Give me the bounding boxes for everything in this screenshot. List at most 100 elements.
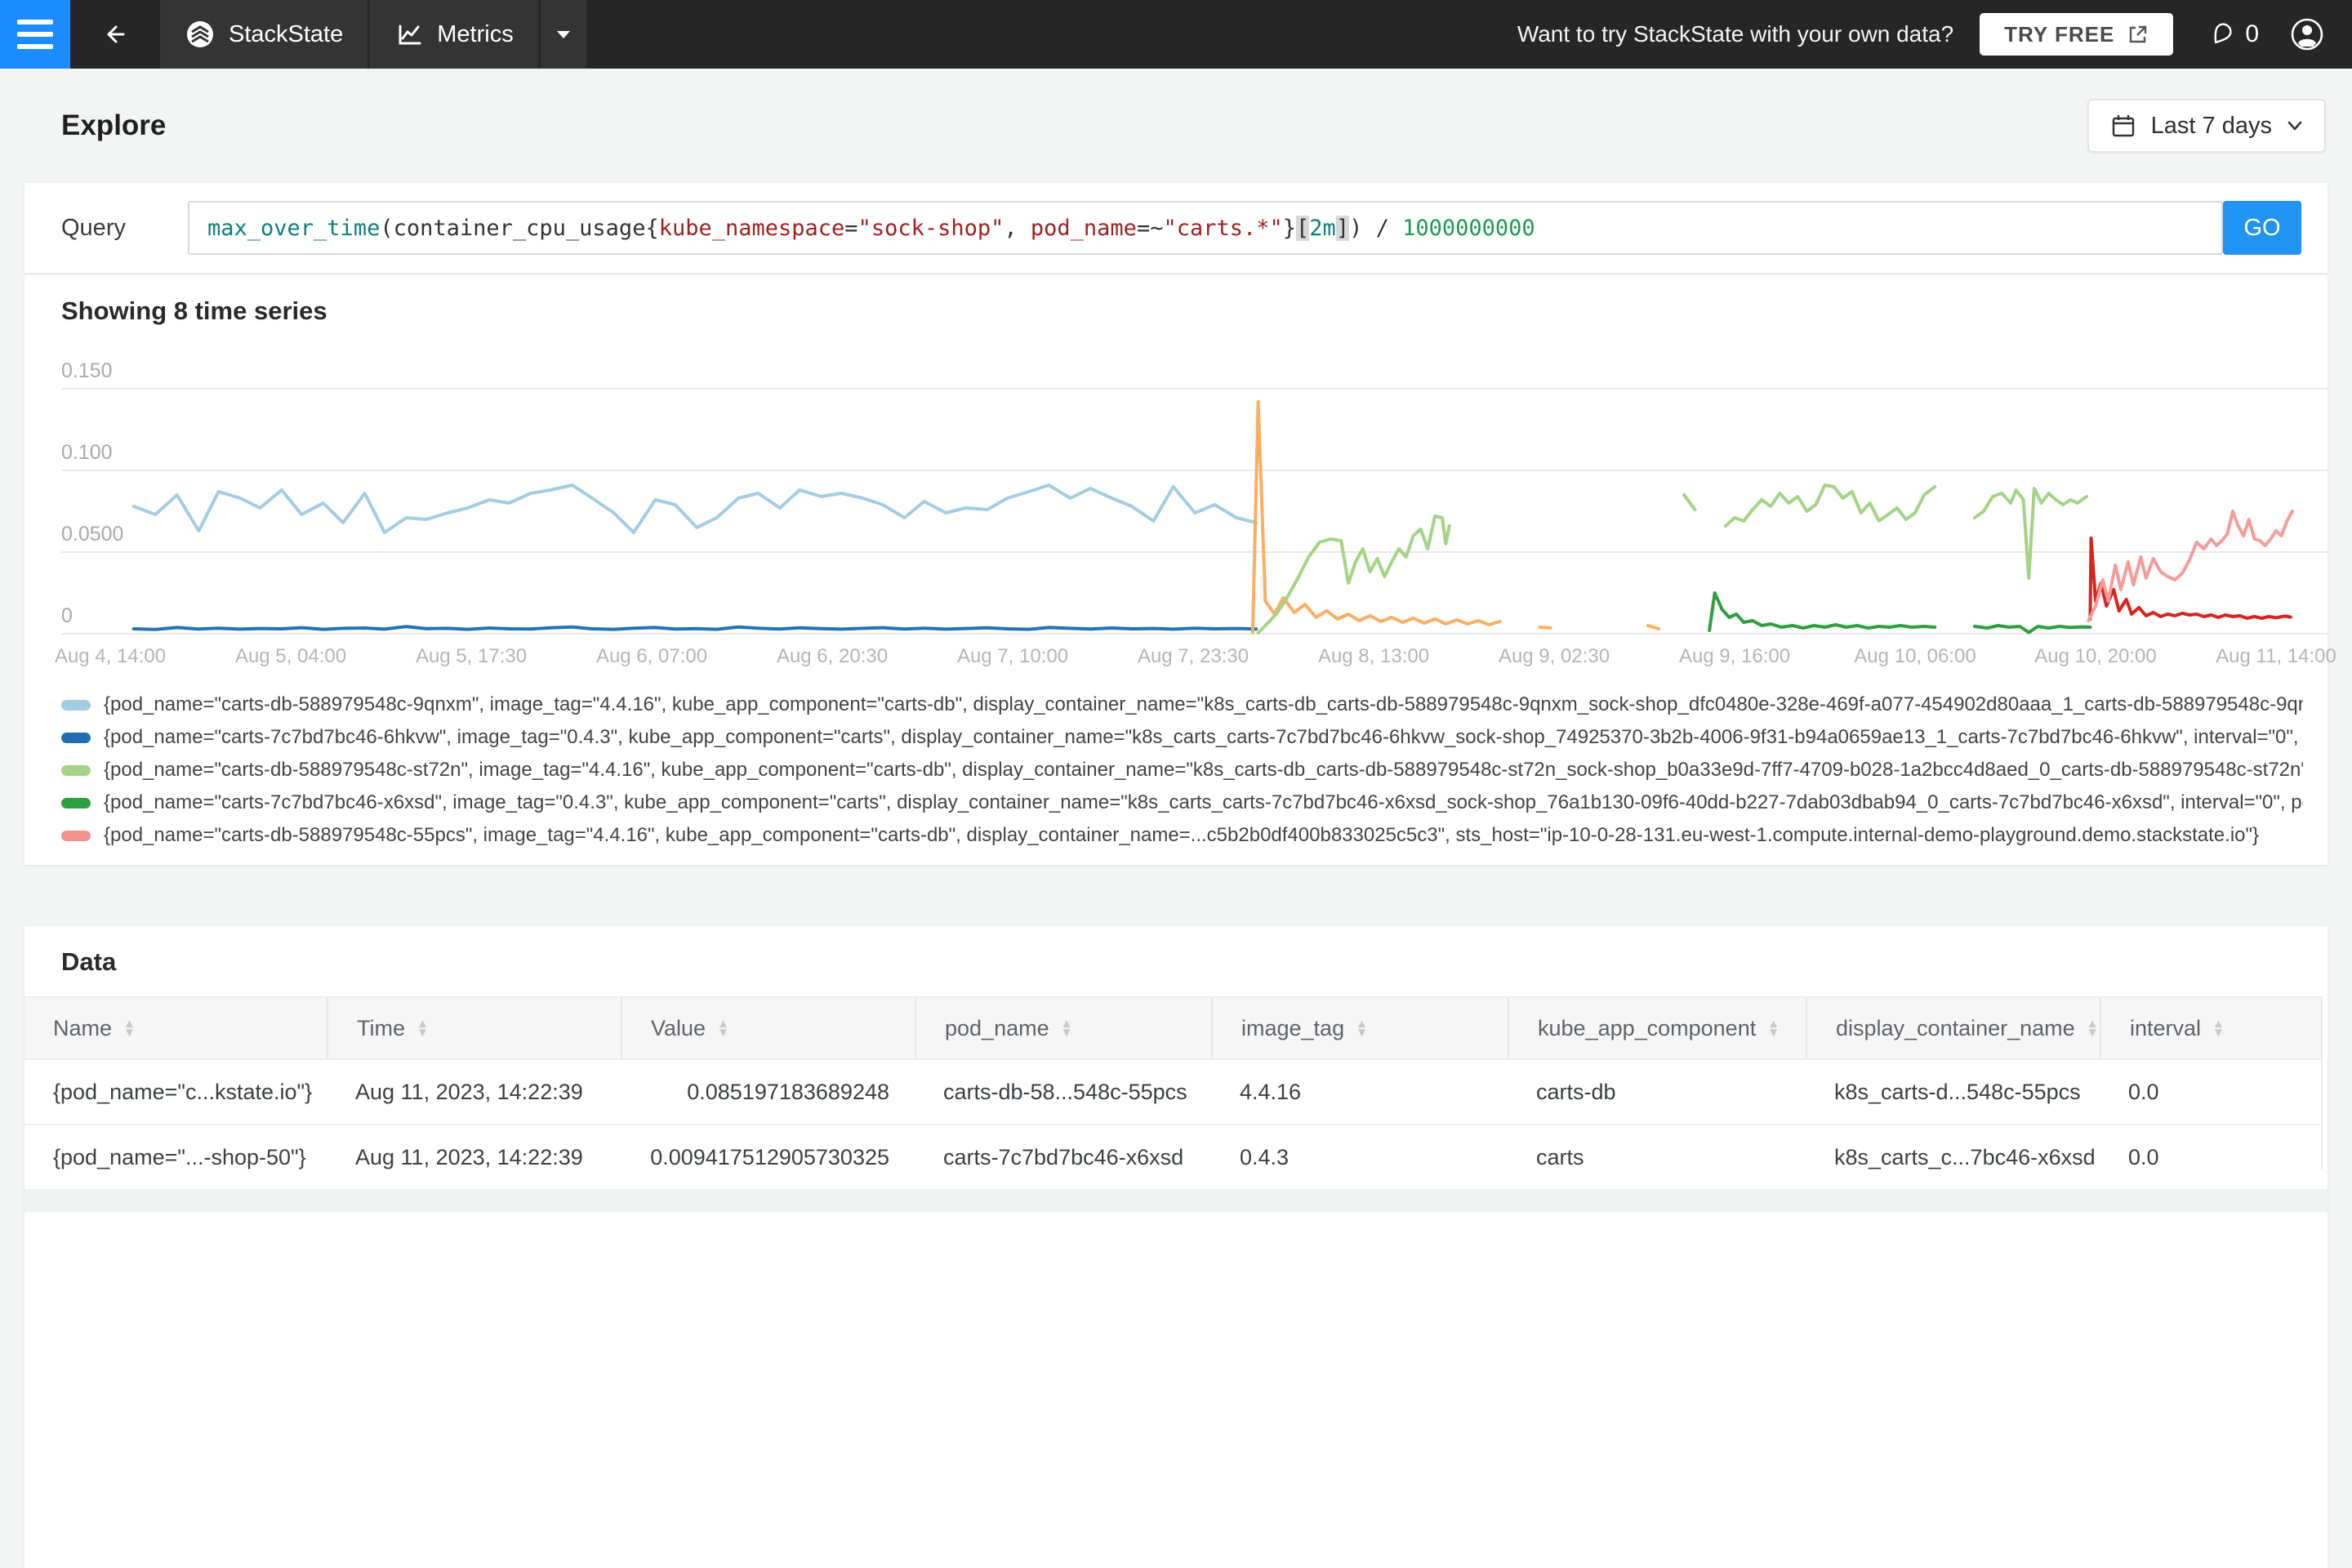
back-button[interactable] bbox=[70, 0, 160, 69]
y-tick-label: 0.100 bbox=[61, 441, 113, 464]
x-tick-label: Aug 9, 02:30 bbox=[1499, 645, 1610, 667]
x-tick-label: Aug 8, 13:00 bbox=[1318, 645, 1429, 667]
data-table: Name ▲ ▼ Time ▲ ▼ Value ▲ ▼ pod_name ▲ ▼ image_tag ▲ ▼… bbox=[24, 996, 2328, 1191]
query-token: 1000000000 bbox=[1402, 215, 1535, 241]
query-token: 2m bbox=[1309, 215, 1336, 241]
query-token: pod_name bbox=[1030, 215, 1137, 241]
table-cell: 4.4.16 bbox=[1240, 1079, 1302, 1104]
legend-swatch bbox=[61, 699, 91, 710]
column-header-interval[interactable]: interval ▲ ▼ bbox=[2100, 998, 2303, 1058]
legend-label: {pod_name="carts-7c7bd7bc46-6hkvw", imag… bbox=[104, 726, 2303, 748]
chart-title: Showing 8 time series bbox=[61, 296, 327, 325]
promo-text: Want to try StackState with your own dat… bbox=[1517, 21, 1954, 47]
external-link-icon bbox=[2130, 25, 2147, 43]
y-tick-label: 0 bbox=[61, 604, 73, 627]
series-line bbox=[1723, 483, 1937, 528]
query-input[interactable]: max_over_time(container_cpu_usage{kube_n… bbox=[188, 201, 2223, 255]
sort-icon: ▲ ▼ bbox=[416, 1017, 429, 1040]
table-cell: Aug 11, 2023, 14:22:39 bbox=[355, 1079, 583, 1104]
column-header-label: kube_app_component bbox=[1538, 1015, 1757, 1040]
x-tick-label: Aug 4, 14:00 bbox=[55, 645, 166, 667]
time-range-selector[interactable]: Last 7 days bbox=[2087, 99, 2326, 153]
x-tick-label: Aug 5, 04:00 bbox=[235, 645, 346, 667]
stackstate-logo-icon bbox=[187, 21, 213, 47]
column-header-label: pod_name bbox=[945, 1015, 1049, 1040]
column-header-label: interval bbox=[2130, 1015, 2202, 1040]
x-tick-label: Aug 10, 20:00 bbox=[2034, 645, 2156, 667]
tab-stackstate[interactable]: StackState bbox=[160, 0, 368, 69]
legend-label: {pod_name="carts-db-588979548c-9qnxm", i… bbox=[104, 693, 2303, 715]
legend-swatch bbox=[61, 732, 91, 743]
series-line bbox=[1682, 493, 1697, 511]
column-header-label: display_container_name bbox=[1836, 1015, 2075, 1040]
legend-item[interactable]: {pod_name="carts-db-588979548c-55pcs", i… bbox=[61, 819, 2303, 852]
topbar: StackState Metrics Want to try StackStat… bbox=[0, 0, 2352, 69]
calendar-icon bbox=[2112, 115, 2134, 137]
column-header-label: Name bbox=[53, 1015, 113, 1040]
chevron-down-icon bbox=[556, 30, 570, 38]
query-token: , bbox=[1004, 215, 1031, 241]
column-header-label: Time bbox=[357, 1015, 405, 1040]
series-line bbox=[1256, 514, 1451, 635]
legend-swatch bbox=[61, 797, 91, 808]
x-tick-label: Aug 6, 20:30 bbox=[777, 645, 888, 667]
column-header-display-container-name[interactable]: display_container_name ▲ ▼ bbox=[1806, 998, 2100, 1058]
series-line bbox=[1708, 591, 1937, 632]
sort-icon: ▲ ▼ bbox=[1060, 1017, 1073, 1040]
query-token: [ bbox=[1296, 215, 1310, 241]
legend-item[interactable]: {pod_name="carts-db-588979548c-st72n", i… bbox=[61, 754, 2303, 786]
x-tick-label: Aug 6, 07:00 bbox=[596, 645, 707, 667]
try-free-label: TRY FREE bbox=[2004, 21, 2115, 47]
tab-metrics[interactable]: Metrics bbox=[370, 0, 538, 69]
x-tick-label: Aug 10, 06:00 bbox=[1854, 645, 1976, 667]
sort-icon: ▲ ▼ bbox=[1767, 1017, 1780, 1040]
chevron-down-icon bbox=[2287, 121, 2302, 131]
tab-stackstate-label: StackState bbox=[229, 20, 344, 47]
table-right-gutter bbox=[2321, 996, 2328, 1169]
avatar-button[interactable] bbox=[2290, 17, 2324, 51]
table-cell: 0.085197183689248 bbox=[687, 1079, 889, 1104]
legend-item[interactable]: {pod_name="carts-7c7bd7bc46-x6xsd", imag… bbox=[61, 786, 2303, 819]
x-tick-label: Aug 7, 23:30 bbox=[1138, 645, 1249, 667]
data-panel: Data Name ▲ ▼ Time ▲ ▼ Value ▲ ▼ pod_name ▲ ▼ image_… bbox=[24, 926, 2328, 1568]
y-tick-label: 0.150 bbox=[61, 359, 113, 382]
query-token: max_over_time bbox=[207, 215, 381, 241]
query-token: ] bbox=[1335, 215, 1350, 241]
series-line bbox=[131, 483, 1258, 534]
legend-item[interactable]: {pod_name="carts-db-588979548c-9qnxm", i… bbox=[61, 688, 2303, 721]
pin-icon bbox=[2214, 23, 2232, 44]
table-cell: 0.009417512905730325 bbox=[650, 1144, 889, 1169]
table-row[interactable]: {pod_name="c...kstate.io"} Aug 11, 2023, … bbox=[24, 1060, 2328, 1125]
hamburger-menu-button[interactable] bbox=[0, 0, 70, 69]
table-cell: {pod_name="c...kstate.io"} bbox=[53, 1079, 313, 1104]
y-tick-label: 0.0500 bbox=[61, 523, 123, 546]
column-header-pod-name[interactable]: pod_name ▲ ▼ bbox=[915, 998, 1211, 1058]
table-header-row: Name ▲ ▼ Time ▲ ▼ Value ▲ ▼ pod_name ▲ ▼ image_tag ▲ ▼… bbox=[24, 996, 2328, 1060]
try-free-button[interactable]: TRY FREE bbox=[1980, 13, 2174, 56]
legend-item[interactable]: {pod_name="carts-7c7bd7bc46-6hkvw", imag… bbox=[61, 721, 2303, 754]
line-chart-icon bbox=[399, 24, 421, 45]
series-line bbox=[1972, 624, 2092, 635]
series-line bbox=[2088, 537, 2292, 621]
column-header-kube-app-component[interactable]: kube_app_component ▲ ▼ bbox=[1508, 998, 1806, 1058]
table-row[interactable]: {pod_name="...-shop-50"} Aug 11, 2023, 14… bbox=[24, 1125, 2328, 1191]
column-header-name[interactable]: Name ▲ ▼ bbox=[24, 998, 327, 1058]
table-cell: carts bbox=[1536, 1144, 1584, 1169]
column-header-value[interactable]: Value ▲ ▼ bbox=[621, 998, 915, 1058]
table-scrollbar-track[interactable] bbox=[24, 1191, 2328, 1212]
series-line bbox=[1538, 626, 1552, 630]
series-line bbox=[1972, 487, 2088, 580]
series-line bbox=[131, 625, 1258, 631]
column-header-image-tag[interactable]: image_tag ▲ ▼ bbox=[1211, 998, 1508, 1058]
column-header-label: image_tag bbox=[1241, 1015, 1345, 1040]
go-button[interactable]: GO bbox=[2223, 201, 2301, 255]
x-tick-label: Aug 11, 14:00 bbox=[2216, 645, 2336, 667]
pinned-items-button[interactable]: 0 bbox=[2207, 20, 2259, 48]
query-token: "carts.*" bbox=[1163, 215, 1283, 241]
table-cell: k8s_carts-d...548c-55pcs bbox=[1834, 1079, 2081, 1104]
table-cell: 0.4.3 bbox=[1240, 1144, 1290, 1169]
tab-dropdown-caret[interactable] bbox=[540, 0, 586, 69]
column-header-time[interactable]: Time ▲ ▼ bbox=[327, 998, 621, 1058]
query-token: ( bbox=[380, 215, 394, 241]
sort-icon: ▲ ▼ bbox=[123, 1017, 136, 1040]
